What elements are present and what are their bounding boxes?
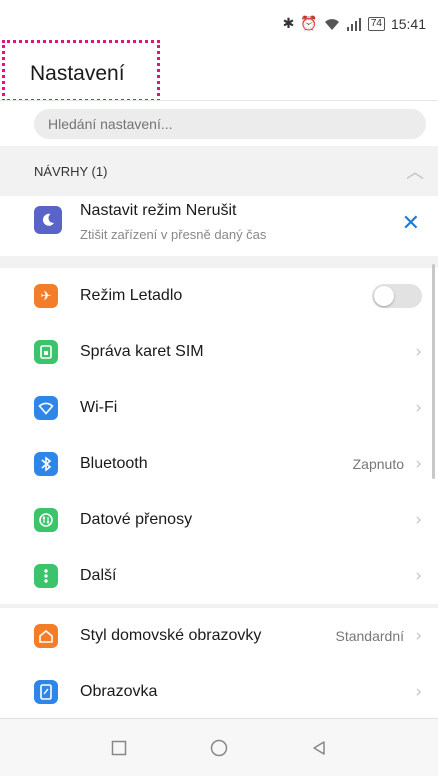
bluetooth-status-value: Zapnuto (352, 456, 404, 472)
chevron-right-icon: › (415, 682, 422, 702)
wifi-icon (34, 396, 58, 420)
dismiss-suggestion-button[interactable]: ✕ (402, 212, 420, 236)
status-icons: ✱ ⏰ 74 15:41 (283, 16, 426, 32)
suggestion-subtitle: Ztišit zařízení v přesně daný čas (80, 227, 267, 242)
wifi-signal-icon (324, 19, 339, 30)
toggle-knob (374, 286, 394, 306)
settings-item-label: Datové přenosy (80, 511, 193, 528)
chevron-right-icon: › (415, 454, 422, 474)
airplane-icon: ✈ (34, 284, 58, 308)
display-icon (34, 680, 58, 704)
chevron-right-icon: › (415, 398, 422, 418)
settings-item-label: Bluetooth (80, 455, 148, 472)
clock: 15:41 (390, 16, 426, 32)
settings-item-wifi[interactable]: Wi-Fi › (0, 380, 438, 436)
airplane-mode-toggle[interactable] (372, 284, 422, 308)
settings-item-label: Wi-Fi (80, 399, 118, 416)
settings-item-label: Styl domovské obrazovky (80, 627, 262, 644)
chevron-right-icon: › (415, 626, 422, 646)
suggestions-header: NÁVRHY (1) ︿ (0, 146, 438, 196)
chevron-right-icon: › (415, 342, 422, 362)
settings-item-data-transfer[interactable]: Datové přenosy › (0, 492, 438, 548)
moon-icon (34, 206, 62, 234)
settings-item-more[interactable]: Další › (0, 548, 438, 604)
settings-item-label: Další (80, 567, 117, 584)
search-input[interactable] (34, 109, 426, 139)
home-style-icon (34, 624, 58, 648)
page-title: Nastavení (30, 62, 125, 85)
settings-item-home-style[interactable]: Styl domovské obrazovky Standardní › (0, 608, 438, 664)
chevron-right-icon: › (415, 566, 422, 586)
suggestion-item[interactable]: Nastavit režim Nerušit Ztišit zařízení v… (0, 196, 438, 256)
recent-apps-button[interactable] (109, 738, 129, 758)
suggestion-title: Nastavit režim Nerušit (80, 202, 237, 219)
battery-icon: 74 (367, 17, 385, 31)
status-bar: ✱ ⏰ 74 15:41 (0, 0, 438, 56)
cellular-signal-icon (346, 18, 361, 31)
app-header: Nastavení (0, 56, 438, 100)
alarm-icon: ⏰ (300, 16, 318, 32)
bluetooth-status-icon: ✱ (282, 16, 295, 32)
bluetooth-icon (34, 452, 58, 476)
settings-item-label: Obrazovka (80, 683, 158, 700)
home-button[interactable] (209, 738, 229, 758)
settings-item-bluetooth[interactable]: Bluetooth Zapnuto › (0, 436, 438, 492)
navigation-bar (0, 718, 438, 776)
display-section: Styl domovské obrazovky Standardní › Obr… (0, 608, 438, 718)
chevron-right-icon: › (415, 510, 422, 530)
home-style-value: Standardní (335, 628, 405, 644)
settings-item-airplane-mode[interactable]: ✈ Režim Letadlo (0, 268, 438, 324)
sim-card-icon (34, 340, 58, 364)
back-button[interactable] (309, 738, 329, 758)
search-area (0, 100, 438, 146)
more-icon (34, 564, 58, 588)
data-transfer-icon (34, 508, 58, 532)
settings-item-sim-management[interactable]: Správa karet SIM › (0, 324, 438, 380)
settings-item-label: Správa karet SIM (80, 343, 204, 360)
connectivity-section: ✈ Režim Letadlo Správa karet SIM › Wi-Fi… (0, 268, 438, 604)
suggestions-title: NÁVRHY (1) (34, 164, 108, 179)
scrollbar[interactable] (432, 264, 435, 479)
collapse-suggestions-icon[interactable]: ︿ (406, 158, 424, 184)
settings-item-label: Režim Letadlo (80, 287, 183, 304)
settings-item-display[interactable]: Obrazovka › (0, 664, 438, 718)
settings-list[interactable]: NÁVRHY (1) ︿ Nastavit režim Nerušit Ztiš… (0, 146, 438, 718)
